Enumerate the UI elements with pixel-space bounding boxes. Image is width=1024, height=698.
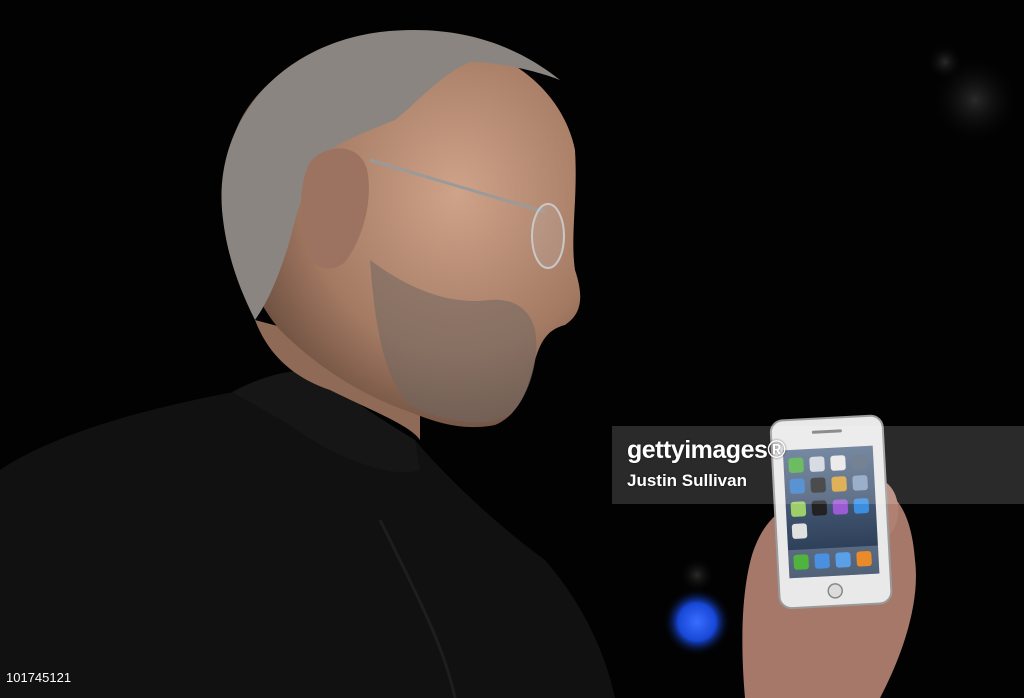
ipod-icon [856, 551, 872, 567]
home-button [827, 583, 843, 599]
photographer-credit: Justin Sullivan [627, 471, 747, 490]
watermark-brand: gettyimages® [627, 436, 786, 464]
photo-scene [0, 30, 1020, 698]
phone-icon [793, 554, 809, 570]
mail-icon [814, 553, 830, 569]
app-icon [791, 523, 808, 539]
glasses-lens [531, 203, 565, 269]
photo: gettyimages® Justin Sullivan 101745121 [0, 0, 1024, 698]
background-haze [927, 44, 963, 80]
stage-light [663, 588, 731, 656]
image-id: 101745121 [6, 670, 72, 685]
background-haze [679, 557, 715, 593]
safari-icon [835, 552, 851, 568]
